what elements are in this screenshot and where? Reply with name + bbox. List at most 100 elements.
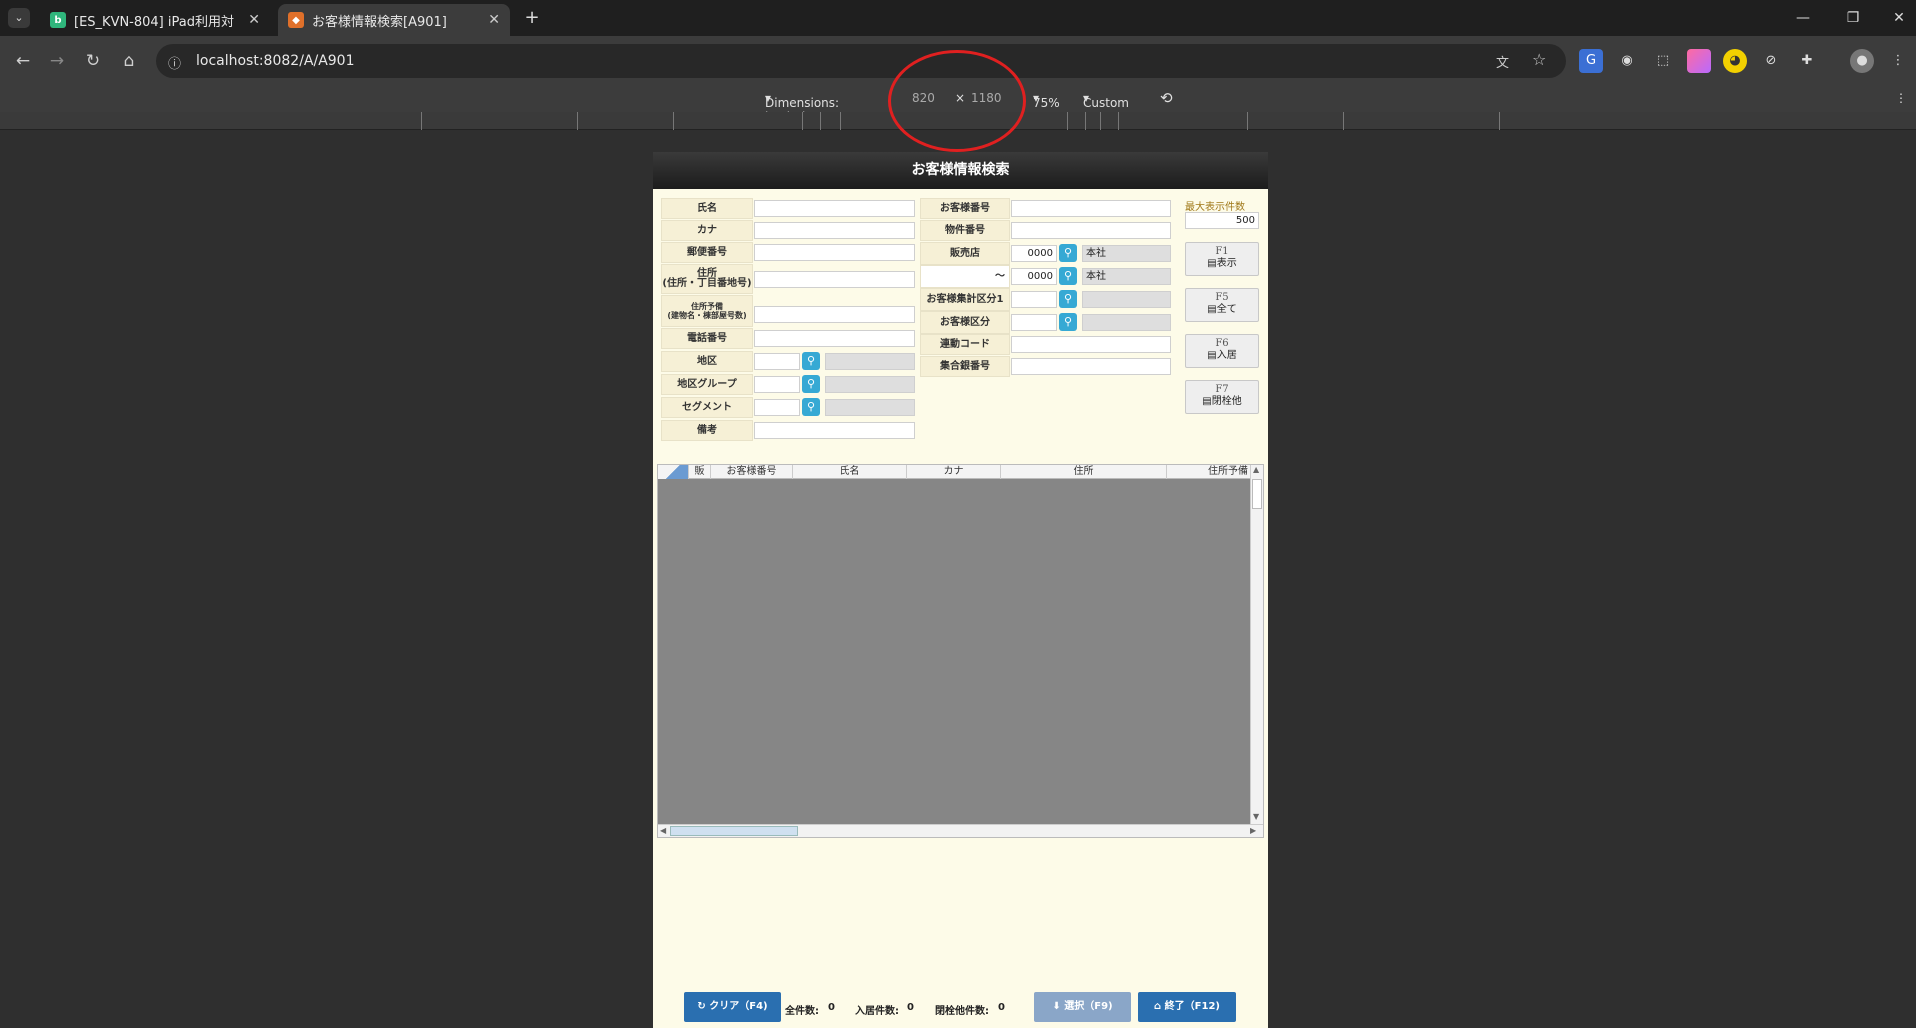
scroll-down-icon[interactable]: ▼ (1253, 812, 1259, 821)
grid-header: 販 お客様番号 氏名 カナ 住所 住所予備 (658, 465, 1250, 479)
notes-input[interactable] (754, 422, 915, 439)
district-search-icon[interactable]: ⚲ (802, 352, 820, 370)
ruler-tick (421, 112, 422, 130)
browser-tab-2[interactable]: ◆ お客様情報検索[A901] ✕ (278, 4, 510, 36)
minimize-icon[interactable]: — (1788, 6, 1818, 30)
customer-category1-name-field (1082, 291, 1171, 308)
new-tab-button[interactable]: + (520, 6, 544, 30)
profile-avatar[interactable]: ● (1850, 49, 1874, 73)
hscroll-thumb[interactable] (670, 826, 798, 836)
horizontal-scrollbar[interactable]: ◀ ▶ (658, 824, 1263, 837)
select-all-corner[interactable] (658, 465, 688, 479)
clear-f4-button[interactable]: ↻ クリア（F4) (684, 992, 781, 1022)
column-header[interactable]: 住所予備 (1166, 465, 1250, 479)
scroll-thumb[interactable] (1252, 479, 1262, 509)
ruler-tick (1247, 112, 1248, 130)
customer-type-input[interactable] (1011, 314, 1057, 331)
extension-translate-icon[interactable]: G (1579, 49, 1603, 73)
tab-close-icon[interactable]: ✕ (488, 12, 500, 28)
scroll-right-icon[interactable]: ▶ (1250, 826, 1256, 835)
column-header[interactable]: お客様番号 (710, 465, 792, 479)
label-notes: 備考 (661, 420, 753, 441)
extension-ghost-icon[interactable]: ◕ (1723, 49, 1747, 73)
device-menu-icon[interactable]: ⋮ (1895, 91, 1907, 105)
column-header[interactable]: 販 (688, 465, 710, 479)
extensions-puzzle-icon[interactable]: ✚ (1795, 49, 1819, 73)
tab-search-button[interactable]: ⌄ (8, 8, 30, 28)
menu-dots-icon[interactable]: ⋮ (1886, 49, 1910, 73)
select-f9-button[interactable]: ⬇ 選択（F9) (1034, 992, 1131, 1022)
store-to-search-icon[interactable]: ⚲ (1059, 267, 1077, 285)
property-no-input[interactable] (1011, 222, 1171, 239)
customer-no-input[interactable] (1011, 200, 1171, 217)
label-link-code: 連動コード (920, 334, 1010, 355)
closed-f7-button[interactable]: F7 ▤閉栓他 (1185, 380, 1259, 414)
name-input[interactable] (754, 200, 915, 217)
forward-icon[interactable]: → (42, 46, 72, 76)
customer-category1-search-icon[interactable]: ⚲ (1059, 290, 1077, 308)
fkey-text: 閉栓他 (1211, 396, 1242, 407)
segment-code-input[interactable] (754, 399, 800, 416)
district-group-code-input[interactable] (754, 376, 800, 393)
bookmark-star-icon[interactable]: ☆ (1532, 50, 1546, 69)
tab-strip: ⌄ b [ES_KVN-804] iPad利用対応_お ✕ ◆ お客様情報検索[… (0, 0, 1916, 36)
dimensions-select[interactable]: Dimensions: iPad Air ▾ (765, 91, 839, 124)
close-window-icon[interactable]: ✕ (1884, 6, 1914, 30)
max-count-input[interactable]: 500 (1185, 212, 1259, 229)
total-count-value: 0 (828, 1002, 835, 1013)
scroll-left-icon[interactable]: ◀ (660, 826, 666, 835)
fkey-label: F1 (1215, 246, 1229, 257)
extension-capture-icon[interactable]: ⬚ (1651, 49, 1675, 73)
throttle-label: Custom (1083, 96, 1129, 110)
address-extra-input[interactable] (754, 306, 915, 323)
exit-button-label: 終了（F12) (1164, 1001, 1220, 1012)
ruler-tick (820, 112, 821, 130)
ruler-tick (1085, 112, 1086, 130)
label-store-range: ～ (920, 265, 1010, 288)
segment-search-icon[interactable]: ⚲ (802, 398, 820, 416)
site-info-icon[interactable]: ⓘ (168, 53, 181, 72)
vertical-scrollbar[interactable]: ▲ ▼ (1250, 465, 1263, 824)
tab-title: お客様情報検索[A901] (312, 14, 447, 30)
district-group-search-icon[interactable]: ⚲ (802, 375, 820, 393)
column-header[interactable]: カナ (906, 465, 1000, 479)
kana-input[interactable] (754, 222, 915, 239)
customer-type-search-icon[interactable]: ⚲ (1059, 313, 1077, 331)
column-header[interactable]: 住所 (1000, 465, 1166, 479)
extension-color-icon[interactable] (1687, 49, 1711, 73)
postal-input[interactable] (754, 244, 915, 261)
column-header[interactable]: 氏名 (792, 465, 906, 479)
all-f5-button[interactable]: F5 ▤全て (1185, 288, 1259, 322)
phone-input[interactable] (754, 330, 915, 347)
rotate-icon[interactable]: ⟲ (1160, 89, 1173, 107)
label-customer-no: お客様番号 (920, 198, 1010, 219)
district-code-input[interactable] (754, 353, 800, 370)
group-bank-no-input[interactable] (1011, 358, 1171, 375)
move-in-f6-button[interactable]: F6 ▤入居 (1185, 334, 1259, 368)
store-from-code-input[interactable]: 0000 (1011, 245, 1057, 262)
restore-icon[interactable]: ❐ (1838, 6, 1868, 30)
exit-f12-button[interactable]: ⌂ 終了（F12) (1138, 992, 1236, 1022)
store-from-search-icon[interactable]: ⚲ (1059, 244, 1077, 262)
address-bar[interactable]: ⓘ localhost:8082/A/A901 文 ☆ (156, 44, 1566, 78)
results-grid: 販 お客様番号 氏名 カナ 住所 住所予備 ▲ ▼ ◀ ▶ (657, 464, 1264, 838)
scroll-up-icon[interactable]: ▲ (1253, 465, 1259, 474)
home-icon[interactable]: ⌂ (114, 46, 144, 76)
extension-chat-icon[interactable]: ◉ (1615, 49, 1639, 73)
address-input[interactable] (754, 271, 915, 288)
throttle-select[interactable]: Custom ▾ (1083, 91, 1129, 110)
customer-category1-input[interactable] (1011, 291, 1057, 308)
extension-compass-icon[interactable]: ⊘ (1759, 49, 1783, 73)
tab-title: [ES_KVN-804] iPad利用対応_お (74, 14, 234, 30)
back-icon[interactable]: ← (8, 46, 38, 76)
link-code-input[interactable] (1011, 336, 1171, 353)
translate-icon[interactable]: 文 (1496, 52, 1509, 71)
label-address: 住所 (住所・丁目番地号) (661, 264, 753, 294)
ruler-tick (840, 112, 841, 130)
tab-close-icon[interactable]: ✕ (248, 12, 260, 28)
store-to-code-input[interactable]: 0000 (1011, 268, 1057, 285)
reload-icon[interactable]: ↻ (78, 46, 108, 76)
display-f1-button[interactable]: F1 ▤表示 (1185, 242, 1259, 276)
zoom-select[interactable]: 75% ▾ (1033, 91, 1060, 110)
browser-tab-1[interactable]: b [ES_KVN-804] iPad利用対応_お ✕ (40, 4, 270, 36)
